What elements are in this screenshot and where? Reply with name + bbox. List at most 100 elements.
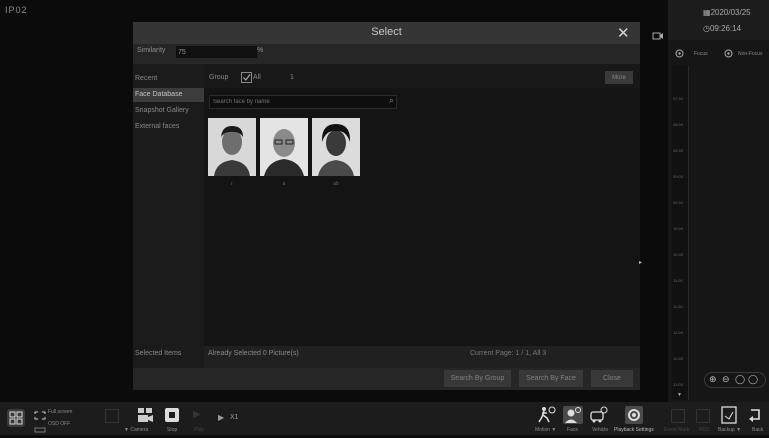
play-label[interactable]: Play xyxy=(194,427,204,433)
vehicle-search-icon[interactable] xyxy=(589,406,609,429)
stop-icon[interactable] xyxy=(164,407,180,428)
stop-label[interactable]: Stop xyxy=(167,427,177,433)
motion-label[interactable]: Motion ▼ xyxy=(535,427,556,433)
camera-switch-icon[interactable] xyxy=(652,28,664,46)
similarity-label: Similarity xyxy=(137,47,166,54)
timeline-tick: 10:30 xyxy=(673,252,684,257)
non-focus-label[interactable]: Non-Focus xyxy=(738,51,762,57)
already-selected-text: Already Selected 0 Picture(s) xyxy=(208,350,299,357)
event-mark-label[interactable]: Event Mark xyxy=(664,427,689,433)
all-checkbox[interactable] xyxy=(241,72,252,83)
face-thumbnail[interactable] xyxy=(260,118,308,176)
similarity-input[interactable] xyxy=(176,46,257,58)
focus-icon[interactable] xyxy=(675,49,684,60)
osd-label[interactable]: OSD OFF xyxy=(48,421,70,427)
face-name: a xyxy=(282,181,286,187)
timeline-tick: 08:30 xyxy=(673,148,684,153)
vehicle-label[interactable]: Vehicle xyxy=(592,427,608,433)
speed-arrow-icon[interactable]: ▶ xyxy=(218,413,224,422)
face-thumbnail[interactable] xyxy=(208,118,256,176)
face-card[interactable]: ab xyxy=(312,118,360,187)
backup-icon[interactable] xyxy=(720,406,738,429)
camera-text: Camera xyxy=(130,427,149,433)
face-card[interactable]: r xyxy=(208,118,256,187)
pos-label[interactable]: POS xyxy=(699,427,710,433)
clock-icon: ◷ xyxy=(703,24,710,33)
time-row: ◷09:26:14 xyxy=(703,24,741,33)
group-count: 1 xyxy=(290,74,294,81)
blank-slot xyxy=(105,409,119,423)
face-label[interactable]: Face xyxy=(567,427,578,433)
time-text: 09:26:14 xyxy=(709,24,742,33)
nav-item-external-faces[interactable]: External faces xyxy=(133,120,204,134)
search-by-face-button[interactable]: Search By Face xyxy=(519,370,583,387)
backup-text: Backup xyxy=(718,427,735,433)
camera-label-btn[interactable]: ▼ Camera xyxy=(124,427,148,433)
timeline-tick: 13:00 xyxy=(673,382,684,387)
full-screen-label[interactable]: Full screen xyxy=(48,409,72,415)
timeline-tick: 11:30 xyxy=(673,304,683,309)
timeline-tick: 09:00 xyxy=(673,174,684,179)
speed-label[interactable]: X1 xyxy=(230,414,239,421)
focus-toggle-row: Focus Non-Focus xyxy=(668,46,769,62)
backup-label[interactable]: Backup ▼ xyxy=(718,427,741,433)
backup-dropdown-icon: ▼ xyxy=(734,427,742,433)
focus-label[interactable]: Focus xyxy=(694,51,708,57)
playback-settings-icon[interactable] xyxy=(625,406,643,429)
face-name: ab xyxy=(333,181,339,187)
scroll-down-icon[interactable]: ▼ xyxy=(677,392,682,398)
timeline-tick: 07:30 xyxy=(673,96,684,101)
all-label: All xyxy=(253,74,261,81)
face-search-icon[interactable] xyxy=(563,406,583,429)
selected-items-label: Selected Items xyxy=(135,350,182,357)
motion-search-icon[interactable] xyxy=(537,406,557,429)
timeline-tick: 10:00 xyxy=(673,226,684,231)
calendar-icon: ▦ xyxy=(703,8,711,17)
source-nav: Recent Face Database Snapshot Gallery Ex… xyxy=(133,64,204,368)
search-by-group-button[interactable]: Search By Group xyxy=(444,370,511,387)
motion-text: Motion xyxy=(535,427,551,433)
play-icon[interactable]: ▶ xyxy=(193,409,201,420)
nav-item-snapshot-gallery[interactable]: Snapshot Gallery xyxy=(133,104,204,118)
zoom-controls: ⊕ ⊖ ◯ ◯ xyxy=(704,372,766,388)
layout-icon[interactable] xyxy=(6,408,26,433)
zoom-reset-icon[interactable]: ◯ xyxy=(748,374,758,385)
select-dialog: Select ✕ Similarity % Recent Face Databa… xyxy=(133,22,640,390)
zoom-out-icon[interactable]: ⊖ xyxy=(722,374,730,385)
face-card[interactable]: a xyxy=(260,118,308,187)
zoom-fit-icon[interactable]: ◯ xyxy=(735,374,745,385)
face-gallery-area xyxy=(204,64,640,368)
date-row: ▦2020/03/25 xyxy=(703,8,751,17)
timeline-tick: 11:00 xyxy=(673,278,683,283)
back-label[interactable]: Back xyxy=(752,427,763,433)
search-icon[interactable]: ⌕ xyxy=(389,95,394,106)
zoom-in-icon[interactable]: ⊕ xyxy=(709,374,717,385)
osd-icon[interactable] xyxy=(34,420,46,438)
event-mark-icon[interactable] xyxy=(671,409,685,423)
timeline-tick: 12:30 xyxy=(673,356,684,361)
close-button[interactable]: Close xyxy=(591,370,633,387)
camera-icon[interactable] xyxy=(137,407,155,428)
dialog-title: Select xyxy=(371,26,402,38)
group-label: Group xyxy=(209,74,229,81)
non-focus-icon[interactable] xyxy=(724,49,733,60)
search-input[interactable] xyxy=(209,95,397,109)
pos-icon[interactable] xyxy=(696,409,710,423)
timeline-scale[interactable]: 07:30 08:00 08:30 09:00 09:30 10:00 10:30 11:00… xyxy=(672,66,689,400)
face-thumbnail[interactable] xyxy=(312,118,360,176)
more-button[interactable]: More xyxy=(605,71,633,84)
nav-item-face-database[interactable]: Face Database xyxy=(133,88,204,102)
timeline-tick: 09:30 xyxy=(673,200,684,205)
page-info: Current Page: 1 / 1, All 3 xyxy=(470,350,547,357)
timeline-tick: 08:00 xyxy=(673,122,684,127)
face-name: r xyxy=(231,181,233,187)
close-icon[interactable]: ✕ xyxy=(617,24,630,42)
nav-item-recent[interactable]: Recent xyxy=(133,72,204,86)
motion-dropdown-icon: ▼ xyxy=(550,427,557,433)
gallery-toolbar xyxy=(204,64,640,88)
date-text: 2020/03/25 xyxy=(710,8,751,17)
playback-settings-label[interactable]: Playback Settings xyxy=(614,427,654,433)
similarity-unit: % xyxy=(257,47,264,54)
datetime-panel: ▦2020/03/25 ◷09:26:14 xyxy=(668,0,769,40)
back-icon[interactable] xyxy=(747,407,763,428)
